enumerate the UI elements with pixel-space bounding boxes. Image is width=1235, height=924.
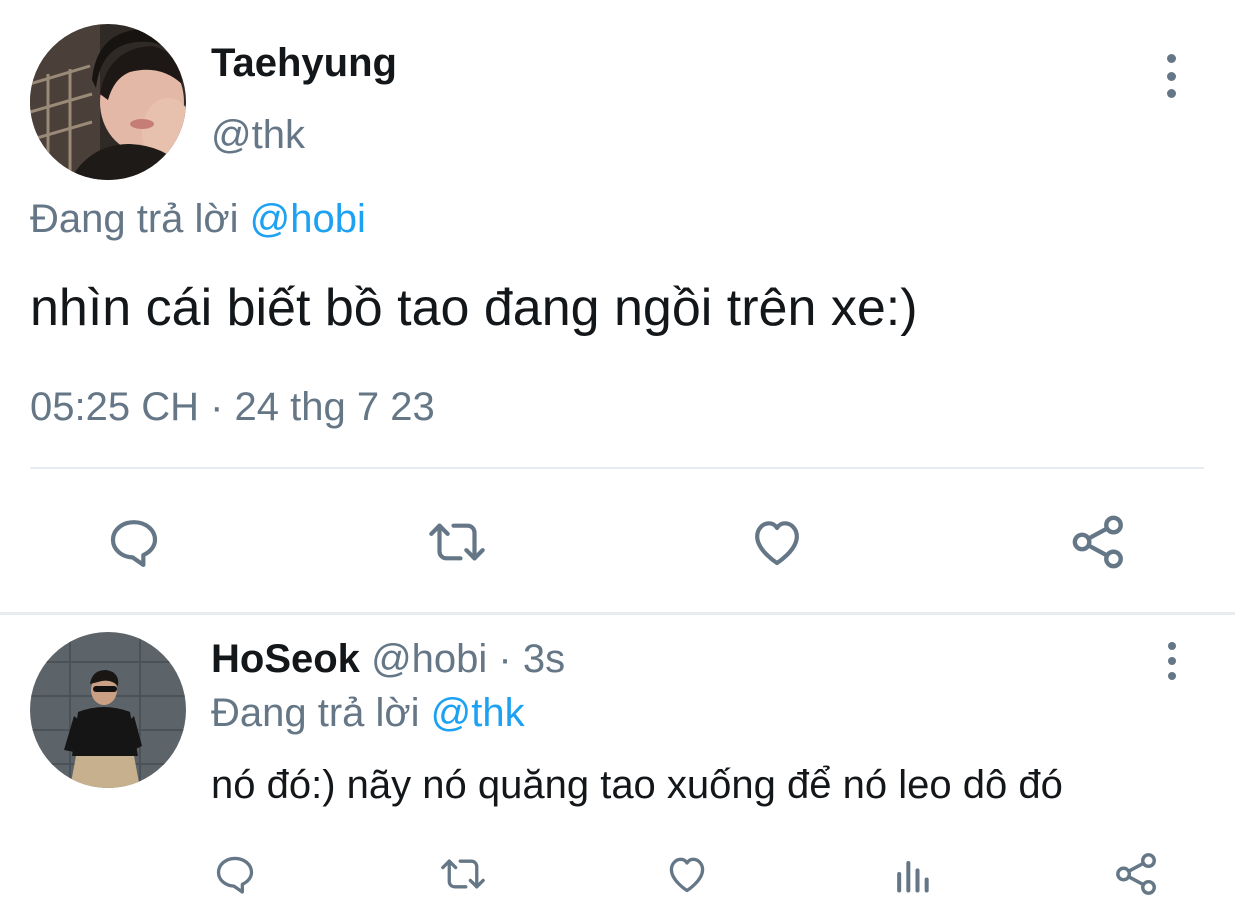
reply-share-icon[interactable]	[1114, 850, 1160, 898]
reply-reply-prefix: Đang trả lời	[211, 691, 420, 735]
reply-avatar[interactable]	[30, 632, 186, 788]
tweet-timestamp[interactable]: 05:25 CH · 24 thg 7 23	[30, 384, 435, 430]
reply-to-link[interactable]: @hobi	[250, 197, 366, 241]
author-name[interactable]: Taehyung	[211, 40, 397, 86]
divider	[30, 467, 1204, 469]
author-handle[interactable]: @thk	[211, 112, 305, 158]
reply-time: · 3s	[498, 637, 566, 681]
reply-context: Đang trả lời @hobi	[30, 196, 366, 242]
reply-reply-to-link[interactable]: @thk	[431, 691, 525, 735]
reply-text: nó đó:) nãy nó quăng tao xuống để nó leo…	[211, 763, 1063, 807]
more-options-icon[interactable]	[1164, 54, 1178, 98]
reply-prefix: Đang trả lời	[30, 197, 239, 241]
reply-author-name[interactable]: HoSeok	[211, 637, 360, 681]
reply-icon[interactable]	[106, 514, 162, 570]
section-divider	[0, 612, 1235, 615]
reply-author-handle[interactable]: @hobi	[371, 637, 487, 681]
reply-reply-context: Đang trả lời @thk	[211, 690, 525, 736]
reply-retweet-icon[interactable]	[438, 852, 488, 896]
reply-more-options-icon[interactable]	[1165, 642, 1179, 680]
reply-header: HoSeok @hobi · 3s	[211, 636, 565, 682]
reply-reply-icon[interactable]	[213, 852, 257, 896]
share-icon[interactable]	[1070, 512, 1128, 572]
reply-like-icon[interactable]	[664, 852, 710, 896]
like-icon[interactable]	[748, 514, 806, 570]
tweet-text: nhìn cái biết bồ tao đang ngồi trên xe:)	[30, 279, 918, 337]
retweet-icon[interactable]	[426, 514, 488, 570]
analytics-icon[interactable]	[892, 852, 932, 896]
avatar[interactable]	[30, 24, 186, 180]
